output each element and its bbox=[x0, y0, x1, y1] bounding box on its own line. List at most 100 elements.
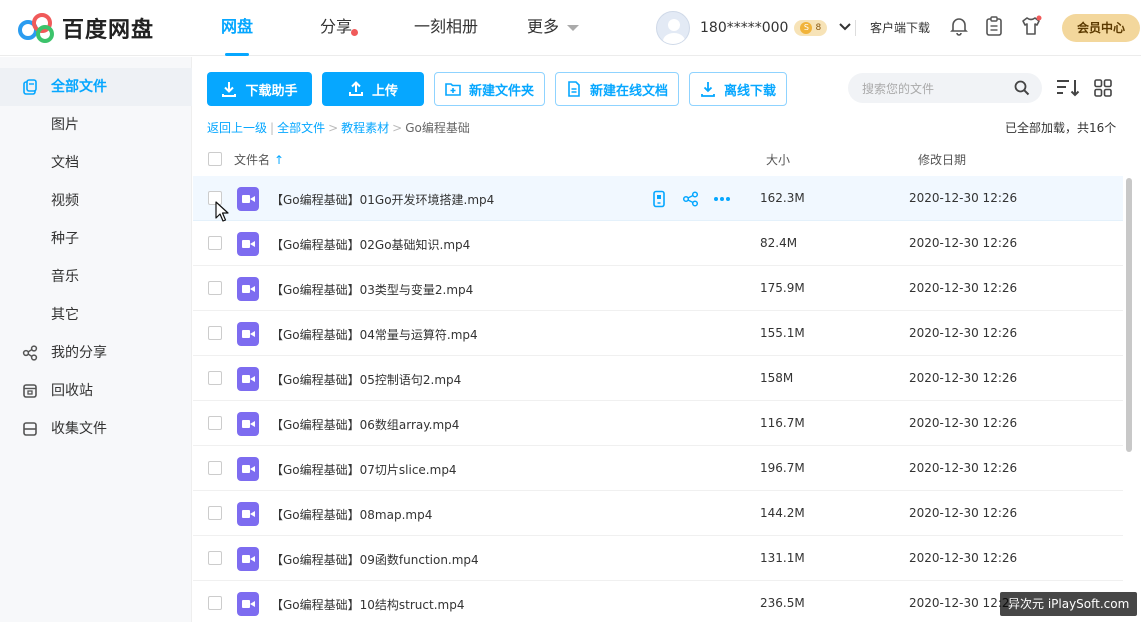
file-name[interactable]: 【Go编程基础】01Go开发环境搭建.mp4 bbox=[271, 191, 494, 208]
sort-asc-icon: ↑ bbox=[274, 153, 285, 167]
row-checkbox[interactable] bbox=[208, 461, 222, 475]
column-date-header[interactable]: 修改日期 bbox=[918, 151, 966, 168]
file-name[interactable]: 【Go编程基础】03类型与变量2.mp4 bbox=[271, 281, 473, 298]
sidebar-item-videos[interactable]: 视频 bbox=[0, 182, 192, 220]
sidebar-item-documents[interactable]: 文档 bbox=[0, 144, 192, 182]
file-name[interactable]: 【Go编程基础】09函数function.mp4 bbox=[271, 551, 479, 568]
all-files-icon bbox=[23, 79, 37, 95]
row-checkbox[interactable] bbox=[208, 371, 222, 385]
share-icon bbox=[22, 345, 38, 361]
video-file-icon bbox=[237, 502, 259, 526]
notification-dot bbox=[351, 29, 358, 36]
sidebar-item-all-files[interactable]: 全部文件 bbox=[0, 68, 192, 106]
file-date: 2020-12-30 12:26 bbox=[909, 506, 1018, 520]
file-date: 2020-12-30 12:26 bbox=[909, 281, 1018, 295]
file-name[interactable]: 【Go编程基础】08map.mp4 bbox=[271, 506, 432, 523]
file-size: 155.1M bbox=[760, 326, 805, 340]
search-input[interactable]: 搜索您的文件 bbox=[862, 80, 934, 97]
file-name[interactable]: 【Go编程基础】07切片slice.mp4 bbox=[271, 461, 457, 478]
breadcrumb-current: Go编程基础 bbox=[405, 121, 470, 135]
search-box[interactable]: 搜索您的文件 bbox=[848, 73, 1042, 103]
share-icon[interactable] bbox=[682, 190, 700, 208]
sort-icon[interactable] bbox=[1056, 78, 1080, 98]
table-row[interactable]: 【Go编程基础】05控制语句2.mp4 158M 2020-12-30 12:2… bbox=[193, 356, 1123, 401]
offline-download-icon bbox=[701, 82, 715, 97]
upload-button[interactable]: 上传 bbox=[322, 72, 424, 106]
sidebar-item-images[interactable]: 图片 bbox=[0, 106, 192, 144]
file-size: 116.7M bbox=[760, 416, 805, 430]
nav-netdisk[interactable]: 网盘 bbox=[200, 0, 274, 56]
row-checkbox[interactable] bbox=[208, 596, 222, 610]
nav-moment-album[interactable]: 一刻相册 bbox=[398, 0, 494, 56]
breadcrumb-back[interactable]: 返回上一级 bbox=[207, 121, 267, 135]
nav-more[interactable]: 更多 bbox=[508, 0, 598, 56]
logo[interactable]: 百度网盘 bbox=[16, 10, 166, 46]
table-row[interactable]: 【Go编程基础】07切片slice.mp4 196.7M 2020-12-30 … bbox=[193, 446, 1123, 491]
client-download-link[interactable]: 客户端下载 bbox=[870, 19, 930, 36]
download-helper-label: 下载助手 bbox=[245, 83, 298, 99]
video-file-icon bbox=[237, 187, 259, 211]
file-name[interactable]: 【Go编程基础】04常量与运算符.mp4 bbox=[271, 326, 478, 343]
avatar[interactable] bbox=[656, 11, 690, 45]
file-name[interactable]: 【Go编程基础】02Go基础知识.mp4 bbox=[271, 236, 470, 253]
collect-files-icon bbox=[23, 422, 37, 436]
toolbar: 下载助手 上传 新建文件夹 新建在线文档 离线下载 bbox=[207, 72, 797, 106]
row-checkbox[interactable] bbox=[208, 551, 222, 565]
file-size: 236.5M bbox=[760, 596, 805, 610]
sidebar-item-label: 其它 bbox=[51, 307, 79, 323]
row-checkbox[interactable] bbox=[208, 326, 222, 340]
select-all-checkbox[interactable] bbox=[208, 152, 222, 166]
nav-share[interactable]: 分享 bbox=[288, 0, 384, 56]
file-list-header: 文件名 ↑ 大小 修改日期 bbox=[193, 141, 1123, 175]
row-checkbox[interactable] bbox=[208, 416, 222, 430]
table-row[interactable]: 【Go编程基础】04常量与运算符.mp4 155.1M 2020-12-30 1… bbox=[193, 311, 1123, 356]
username: 180*****000 bbox=[700, 20, 789, 36]
more-icon[interactable] bbox=[713, 190, 731, 208]
sidebar-item-music[interactable]: 音乐 bbox=[0, 258, 192, 296]
clipboard-icon[interactable] bbox=[983, 15, 1005, 37]
top-header: 百度网盘 网盘 分享 一刻相册 更多 180*****000 S8 客户端下载 … bbox=[0, 0, 1141, 56]
download-helper-button[interactable]: 下载助手 bbox=[207, 72, 312, 106]
phone-icon[interactable] bbox=[650, 190, 668, 208]
tshirt-icon[interactable] bbox=[1020, 15, 1042, 37]
table-row[interactable]: 【Go编程基础】06数组array.mp4 116.7M 2020-12-30 … bbox=[193, 401, 1123, 446]
sidebar-item-recycle-bin[interactable]: 回收站 bbox=[0, 372, 192, 410]
new-online-doc-button[interactable]: 新建在线文档 bbox=[555, 72, 679, 106]
table-row[interactable]: 【Go编程基础】03类型与变量2.mp4 175.9M 2020-12-30 1… bbox=[193, 266, 1123, 311]
sidebar-item-torrents[interactable]: 种子 bbox=[0, 220, 192, 258]
offline-download-button[interactable]: 离线下载 bbox=[689, 72, 787, 106]
breadcrumb-folder[interactable]: 教程素材 bbox=[341, 121, 389, 135]
table-row[interactable]: 【Go编程基础】02Go基础知识.mp4 82.4M 2020-12-30 12… bbox=[193, 221, 1123, 266]
scrollbar[interactable] bbox=[1126, 178, 1132, 452]
row-checkbox[interactable] bbox=[208, 506, 222, 520]
sidebar-item-collect-files[interactable]: 收集文件 bbox=[0, 410, 192, 448]
vip-center-button[interactable]: 会员中心 bbox=[1062, 14, 1140, 42]
grid-view-icon[interactable] bbox=[1094, 79, 1112, 97]
breadcrumb-all-files[interactable]: 全部文件 bbox=[277, 121, 325, 135]
bell-icon[interactable] bbox=[948, 15, 970, 37]
table-row[interactable]: 【Go编程基础】01Go开发环境搭建.mp4 162.3M 2020-12-30… bbox=[193, 176, 1123, 221]
sidebar-item-my-shares[interactable]: 我的分享 bbox=[0, 334, 192, 372]
search-icon[interactable] bbox=[1014, 80, 1030, 96]
table-row[interactable]: 【Go编程基础】10结构struct.mp4 236.5M 2020-12-30… bbox=[193, 581, 1123, 626]
table-row[interactable]: 【Go编程基础】08map.mp4 144.2M 2020-12-30 12:2… bbox=[193, 491, 1123, 536]
file-name[interactable]: 【Go编程基础】06数组array.mp4 bbox=[271, 416, 459, 433]
file-name[interactable]: 【Go编程基础】10结构struct.mp4 bbox=[271, 596, 464, 613]
video-file-icon bbox=[237, 367, 259, 391]
row-checkbox[interactable] bbox=[208, 281, 222, 295]
sidebar-item-label: 我的分享 bbox=[51, 345, 107, 361]
file-size: 162.3M bbox=[760, 191, 805, 205]
upload-icon bbox=[348, 81, 363, 96]
column-name-header[interactable]: 文件名 ↑ bbox=[234, 151, 284, 168]
nav-share-wrap: 分享 bbox=[320, 17, 358, 36]
table-row[interactable]: 【Go编程基础】09函数function.mp4 131.1M 2020-12-… bbox=[193, 536, 1123, 581]
row-checkbox[interactable] bbox=[208, 236, 222, 250]
file-name[interactable]: 【Go编程基础】05控制语句2.mp4 bbox=[271, 371, 461, 388]
chevron-down-icon[interactable] bbox=[839, 20, 851, 36]
sidebar-item-others[interactable]: 其它 bbox=[0, 296, 192, 334]
column-size-header[interactable]: 大小 bbox=[766, 151, 790, 168]
new-folder-button[interactable]: 新建文件夹 bbox=[434, 72, 545, 106]
breadcrumb: 返回上一级 | 全部文件 > 教程素材 > Go编程基础 bbox=[207, 119, 470, 136]
user-menu[interactable]: 180*****000 S8 bbox=[656, 10, 851, 46]
file-size: 158M bbox=[760, 371, 794, 385]
